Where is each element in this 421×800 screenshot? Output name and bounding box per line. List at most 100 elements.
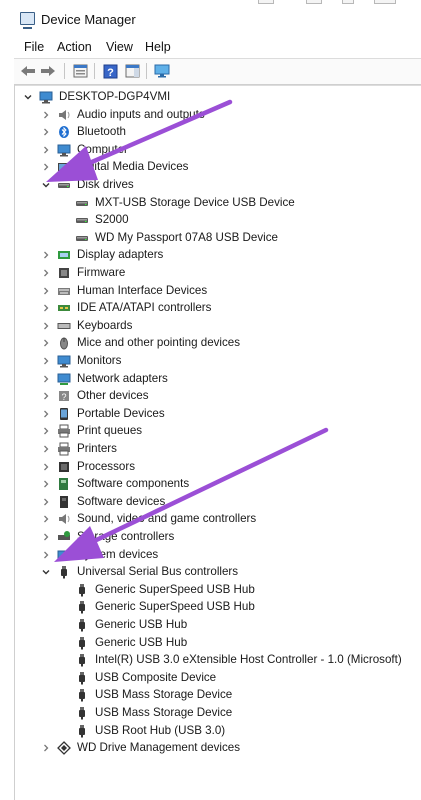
tree-item-generic-usb-hub-2[interactable]: Generic USB Hub — [0, 617, 421, 635]
chevron-right-icon[interactable] — [40, 461, 52, 473]
forward-button[interactable] — [38, 62, 58, 80]
chevron-down-icon[interactable] — [40, 566, 52, 578]
chevron-right-icon[interactable] — [40, 742, 52, 754]
chevron-right-icon[interactable] — [40, 496, 52, 508]
tree-item-printers[interactable]: Printers — [0, 441, 421, 459]
tree-item-sound-video-and-game-controllers[interactable]: Sound, video and game controllers — [0, 511, 421, 529]
tree-item-computer[interactable]: Computer — [0, 142, 421, 160]
toolbar-separator — [146, 63, 147, 79]
chevron-right-icon[interactable] — [40, 355, 52, 367]
tree-item-display-adapters[interactable]: Display adapters — [0, 247, 421, 265]
usb-icon — [75, 600, 89, 614]
tree-item-digital-media-devices[interactable]: Digital Media Devices — [0, 159, 421, 177]
monitor-icon — [57, 354, 71, 368]
menu-action[interactable]: Action — [57, 40, 92, 54]
menu-view[interactable]: View — [106, 40, 133, 54]
scan-hardware-button[interactable] — [152, 62, 172, 80]
tree-item-audio-inputs-and-outputs[interactable]: Audio inputs and outputs — [0, 107, 421, 125]
toolbar-separator — [64, 63, 65, 79]
tree-item-wd-drive-management-devices[interactable]: WD Drive Management devices — [0, 740, 421, 758]
tree-item-label: Display adapters — [77, 248, 164, 262]
menu-file[interactable]: File — [24, 40, 44, 54]
tree-item-label: Computer — [77, 142, 128, 156]
tree-item-label: Keyboards — [77, 318, 133, 332]
title-bar[interactable]: Device Manager — [0, 0, 421, 40]
tree-item-label: DESKTOP-DGP4VMI — [59, 90, 171, 103]
tree-item-processors[interactable]: Processors — [0, 459, 421, 477]
software-component-icon — [57, 477, 71, 491]
tree-item-label: Print queues — [77, 424, 143, 438]
tree-item-label: Bluetooth — [77, 125, 126, 139]
tree-item-disk-drives[interactable]: Disk drives — [0, 177, 421, 195]
tree-item-mice-and-other-pointing-devices[interactable]: Mice and other pointing devices — [0, 335, 421, 353]
processor-icon — [57, 460, 71, 474]
tree-item-ide-ata-atapi-controllers[interactable]: IDE ATA/ATAPI controllers — [0, 300, 421, 318]
tree-item-label: Disk drives — [77, 178, 134, 191]
chevron-right-icon[interactable] — [40, 285, 52, 297]
tree-item-system-devices[interactable]: System devices — [0, 547, 421, 565]
tree-item-bluetooth[interactable]: Bluetooth — [0, 124, 421, 142]
tree-item-usb-mass-storage-device-6[interactable]: USB Mass Storage Device — [0, 687, 421, 705]
speaker-icon — [57, 108, 71, 122]
tree-item-firmware[interactable]: Firmware — [0, 265, 421, 283]
tree-item-intel-r-usb-3-0-extensible-host-controller-1-0-microsoft-4[interactable]: Intel(R) USB 3.0 eXtensible Host Control… — [0, 652, 421, 670]
chevron-right-icon[interactable] — [40, 408, 52, 420]
menu-help[interactable]: Help — [145, 40, 171, 54]
tree-item-mxt-usb-storage-device-usb-device-0[interactable]: MXT-USB Storage Device USB Device — [0, 195, 421, 213]
chevron-down-icon[interactable] — [40, 179, 52, 191]
chevron-right-icon[interactable] — [40, 267, 52, 279]
chevron-right-icon[interactable] — [40, 161, 52, 173]
properties-button[interactable] — [70, 62, 90, 80]
system-device-icon — [57, 548, 71, 562]
tree-item-other-devices[interactable]: ? Other devices — [0, 388, 421, 406]
portable-device-icon — [57, 407, 71, 421]
tree-item-print-queues[interactable]: Print queues — [0, 423, 421, 441]
tree-item-label: USB Mass Storage Device — [95, 688, 233, 702]
tree-item-usb-mass-storage-device-7[interactable]: USB Mass Storage Device — [0, 705, 421, 723]
chevron-right-icon[interactable] — [40, 373, 52, 385]
tree-item-generic-usb-hub-3[interactable]: Generic USB Hub — [0, 635, 421, 653]
chevron-right-icon[interactable] — [40, 549, 52, 561]
tree-item-root[interactable]: DESKTOP-DGP4VMI — [0, 89, 421, 107]
tree-item-universal-serial-bus-controllers[interactable]: Universal Serial Bus controllers — [0, 564, 421, 582]
tree-item-usb-root-hub-usb-3-0-8[interactable]: USB Root Hub (USB 3.0) — [0, 723, 421, 741]
chevron-right-icon[interactable] — [40, 337, 52, 349]
chevron-right-icon[interactable] — [40, 390, 52, 402]
chevron-right-icon[interactable] — [40, 531, 52, 543]
svg-text:?: ? — [107, 67, 114, 79]
tree-item-label: Storage controllers — [77, 530, 175, 543]
tree-item-portable-devices[interactable]: Portable Devices — [0, 406, 421, 424]
tree-item-keyboards[interactable]: Keyboards — [0, 318, 421, 336]
toolbar-separator — [94, 63, 95, 79]
tree-item-label: Generic SuperSpeed USB Hub — [95, 600, 255, 614]
chevron-down-icon[interactable] — [22, 91, 34, 103]
chevron-right-icon[interactable] — [40, 144, 52, 156]
tree-item-s2000-1[interactable]: S2000 — [0, 212, 421, 230]
back-button[interactable] — [18, 62, 38, 80]
chevron-right-icon[interactable] — [40, 425, 52, 437]
chevron-right-icon[interactable] — [40, 478, 52, 490]
chevron-right-icon[interactable] — [40, 302, 52, 314]
tree-item-wd-my-passport-07a8-usb-device-2[interactable]: WD My Passport 07A8 USB Device — [0, 230, 421, 248]
tree-item-storage-controllers[interactable]: Storage controllers — [0, 529, 421, 547]
tree-item-generic-superspeed-usb-hub-1[interactable]: Generic SuperSpeed USB Hub — [0, 599, 421, 617]
chevron-right-icon[interactable] — [40, 513, 52, 525]
tree-item-label: Generic USB Hub — [95, 618, 188, 631]
chevron-right-icon[interactable] — [40, 249, 52, 261]
chevron-right-icon[interactable] — [40, 126, 52, 138]
tree-item-generic-superspeed-usb-hub-0[interactable]: Generic SuperSpeed USB Hub — [0, 582, 421, 600]
action-pane-button[interactable] — [122, 62, 142, 80]
tree-item-monitors[interactable]: Monitors — [0, 353, 421, 371]
tree-item-human-interface-devices[interactable]: Human Interface Devices — [0, 283, 421, 301]
tree-item-software-components[interactable]: Software components — [0, 476, 421, 494]
chevron-right-icon[interactable] — [40, 443, 52, 455]
chevron-right-icon[interactable] — [40, 320, 52, 332]
device-manager-window: Device Manager File Action View Help ? D… — [0, 0, 421, 800]
chevron-right-icon[interactable] — [40, 109, 52, 121]
tree-item-network-adapters[interactable]: Network adapters — [0, 371, 421, 389]
properties-icon — [73, 64, 87, 78]
tree-item-label: Sound, video and game controllers — [77, 512, 257, 526]
help-button[interactable]: ? — [100, 62, 120, 80]
tree-item-usb-composite-device-5[interactable]: USB Composite Device — [0, 670, 421, 688]
tree-item-software-devices[interactable]: Software devices — [0, 494, 421, 512]
